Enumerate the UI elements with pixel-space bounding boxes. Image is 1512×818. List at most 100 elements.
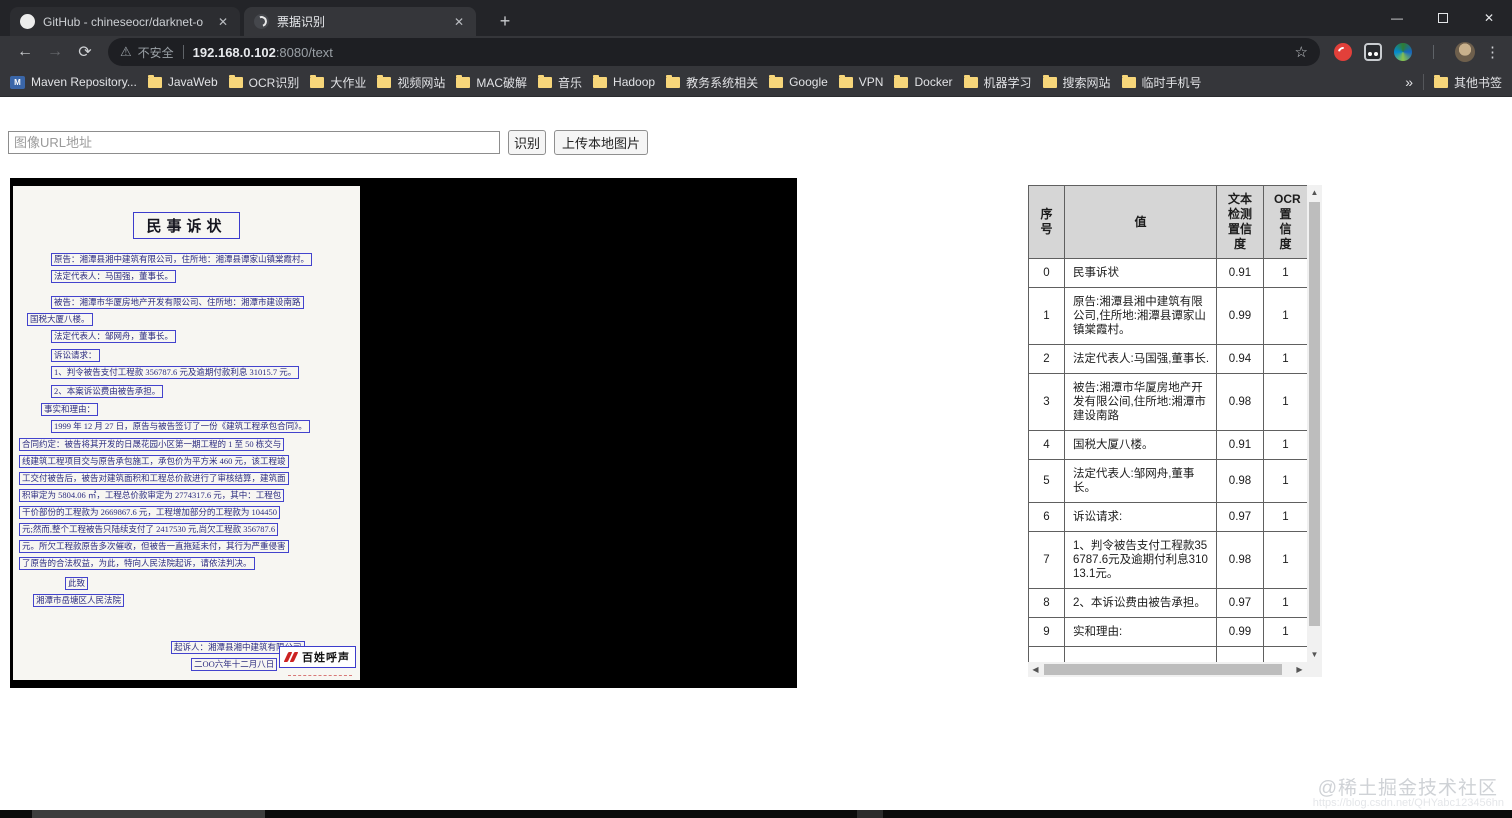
bookmark-item[interactable]: 视频网站 — [377, 74, 445, 91]
bookmark-item[interactable]: 教务系统相关 — [666, 74, 758, 91]
detected-text-line: 1999 年 12 月 27 日，原告与被告签订了一份《建筑工程承包合同》。 — [51, 416, 360, 433]
bookmark-item[interactable]: 机器学习 — [964, 74, 1032, 91]
url-path: :8080/text — [276, 45, 333, 60]
watermark-text: @稀土掘金技术社区 — [1318, 773, 1498, 800]
document-title: 民事诉状 — [133, 212, 239, 239]
col-header-value: 值 — [1065, 186, 1217, 259]
table-row: 6 诉讼请求: 0.97 1 — [1029, 503, 1308, 532]
scroll-right-icon[interactable]: ▶ — [1292, 662, 1307, 677]
bookmark-item[interactable]: M Maven Repository... — [10, 75, 137, 89]
scroll-left-icon[interactable]: ◀ — [1028, 662, 1043, 677]
tab-github[interactable]: GitHub - chineseocr/darknet-o ✕ — [10, 7, 240, 36]
detected-text-line: 了原告的合法权益，为此，特向人民法院起诉，请依法判决。 — [19, 553, 360, 570]
maximize-icon — [1438, 13, 1448, 23]
address-bar[interactable]: ⚠ 不安全 192.168.0.102 :8080/text ☆ — [108, 38, 1320, 66]
folder-icon — [666, 77, 680, 88]
ocr-results-table: 序号 值 文本检测置信度 OCR置信度 0 民事诉状 0.91 1 1 原告:湘… — [1028, 185, 1307, 662]
bookmarks-overflow-icon[interactable]: » — [1405, 74, 1413, 90]
bookmark-item[interactable]: Google — [769, 75, 828, 89]
extensions-area — [1334, 42, 1475, 62]
extension-tampermonkey-icon[interactable] — [1364, 43, 1382, 61]
maximize-button[interactable] — [1420, 0, 1466, 36]
bottom-taskbar-sliver — [0, 810, 1512, 818]
other-bookmarks-label: 其他书签 — [1454, 74, 1502, 91]
bookmark-item[interactable]: Docker — [894, 75, 952, 89]
scroll-up-icon[interactable]: ▲ — [1307, 185, 1322, 200]
detected-text-line: 2、本案诉讼费由被告承担。 — [51, 381, 360, 398]
bookmark-item[interactable]: OCR识别 — [229, 74, 300, 91]
recognize-button[interactable]: 识别 — [508, 130, 546, 155]
bookmark-item[interactable]: Hadoop — [593, 75, 655, 89]
image-url-input[interactable] — [8, 131, 500, 154]
bookmarks-bar: M Maven Repository... JavaWeb OCR识别 大作业 … — [0, 68, 1512, 97]
minimize-button[interactable]: — — [1374, 0, 1420, 36]
bookmark-item[interactable]: VPN — [839, 75, 884, 89]
forward-button[interactable]: → — [40, 43, 70, 61]
folder-icon — [1122, 77, 1136, 88]
folder-icon — [839, 77, 853, 88]
document-image: 民事诉状 原告：湘潭县湘中建筑有限公司，住所地：湘潭县谭家山镇棠霞村。法定代表人… — [13, 186, 360, 680]
bookmark-item[interactable]: 音乐 — [538, 74, 582, 91]
detected-text-line: 国税大厦八楼。 — [27, 309, 360, 326]
vertical-scrollbar[interactable]: ▲ ▼ — [1307, 185, 1322, 662]
col-header-ocr-confidence: OCR置信度 — [1264, 186, 1308, 259]
other-bookmarks-folder[interactable]: 其他书签 — [1434, 74, 1502, 91]
detected-text-line: 诉讼请求： — [51, 345, 360, 362]
detected-text-line: 被告：湘潭市华厦房地产开发有限公司、住所地：湘潭市建设南路 — [51, 292, 360, 309]
warning-icon: ⚠ — [120, 44, 132, 60]
folder-icon — [229, 77, 243, 88]
scroll-down-icon[interactable]: ▼ — [1307, 647, 1322, 662]
detected-text-line: 工交付被告后，被告对建筑面积和工程总价款进行了审核结算，建筑面 — [19, 468, 360, 485]
extension-globe-icon[interactable] — [1394, 43, 1412, 61]
bookmark-star-icon[interactable]: ☆ — [1295, 43, 1308, 61]
detected-text-line: 此致 — [65, 573, 360, 590]
close-icon[interactable]: ✕ — [216, 15, 230, 29]
profile-avatar[interactable] — [1455, 42, 1475, 62]
folder-icon — [593, 77, 607, 88]
new-tab-button[interactable]: + — [492, 8, 518, 34]
table-row: 1 原告:湘潭县湘中建筑有限公司,住所地:湘潭县谭家山镇棠霞村。 0.99 1 — [1029, 288, 1308, 345]
folder-icon — [538, 77, 552, 88]
table-row: 9 实和理由: 0.99 1 — [1029, 618, 1308, 647]
bookmark-item[interactable]: JavaWeb — [148, 75, 218, 89]
detected-text-line: 元;然而,整个工程被告只陆续支付了 2417530 元,尚欠工程款 356787… — [19, 519, 360, 536]
table-row: 5 法定代表人:邹网舟,董事长。 0.98 1 — [1029, 460, 1308, 503]
upload-local-image-button[interactable]: 上传本地图片 — [554, 130, 648, 155]
reload-button[interactable]: ⟳ — [70, 42, 100, 62]
detected-text-line: 线建筑工程项目交与原告承包施工，承包价为平方米 460 元，该工程竣 — [19, 451, 360, 468]
folder-icon — [1043, 77, 1057, 88]
browser-menu-icon[interactable]: ⋮ — [1485, 43, 1500, 61]
back-button[interactable]: ← — [10, 43, 40, 61]
table-row: 8 2、本诉讼费由被告承担。 0.97 1 — [1029, 589, 1308, 618]
bookmark-item[interactable]: 搜索网站 — [1043, 74, 1111, 91]
folder-icon — [310, 77, 324, 88]
folder-icon — [148, 77, 162, 88]
tab-ticket-ocr[interactable]: 票据识别 ✕ — [244, 7, 476, 36]
scrollbar-thumb[interactable] — [1044, 664, 1282, 675]
horizontal-scrollbar[interactable]: ◀ ▶ — [1028, 662, 1307, 677]
folder-icon — [964, 77, 978, 88]
bookmark-item[interactable]: MAC破解 — [456, 74, 527, 91]
taskbar-segment — [32, 810, 265, 818]
extension-red-icon[interactable] — [1334, 43, 1352, 61]
bookmark-item[interactable]: 临时手机号 — [1122, 74, 1202, 91]
image-canvas: 民事诉状 原告：湘潭县湘中建筑有限公司，住所地：湘潭县谭家山镇棠霞村。法定代表人… — [10, 178, 797, 688]
folder-icon — [769, 77, 783, 88]
taskbar-segment — [857, 810, 883, 818]
folder-icon — [894, 77, 908, 88]
table-row: 0 民事诉状 0.91 1 — [1029, 259, 1308, 288]
security-label[interactable]: 不安全 — [138, 44, 174, 61]
bookmark-item[interactable]: 大作业 — [310, 74, 366, 91]
scrollbar-thumb[interactable] — [1309, 202, 1320, 626]
ocr-results-panel: 序号 值 文本检测置信度 OCR置信度 0 民事诉状 0.91 1 1 原告:湘… — [1028, 185, 1322, 677]
detected-text-line: 湘潭市岳塘区人民法院 — [33, 590, 360, 607]
close-icon[interactable]: ✕ — [452, 15, 466, 29]
bookmarks-list: M Maven Repository... JavaWeb OCR识别 大作业 … — [10, 74, 1213, 91]
watermark-url: https://blog.csdn.net/QHYabc123456hn — [1313, 797, 1504, 809]
detected-text-line: 干价部份的工程款为 2669867.6 元，工程增加部分的工程款为 104450 — [19, 502, 360, 519]
table-row: 7 1、判令被告支付工程款356787.6元及逾期付利息31013.1元。 0.… — [1029, 532, 1308, 589]
close-window-button[interactable]: ✕ — [1466, 0, 1512, 36]
table-row: 2 法定代表人:马国强,董事长. 0.94 1 — [1029, 345, 1308, 374]
scrollbar-corner — [1307, 662, 1322, 677]
detected-text-line: 合同约定：被告将其开发的日晟花园小区第一期工程的 1 至 50 栋交与 — [19, 434, 360, 451]
